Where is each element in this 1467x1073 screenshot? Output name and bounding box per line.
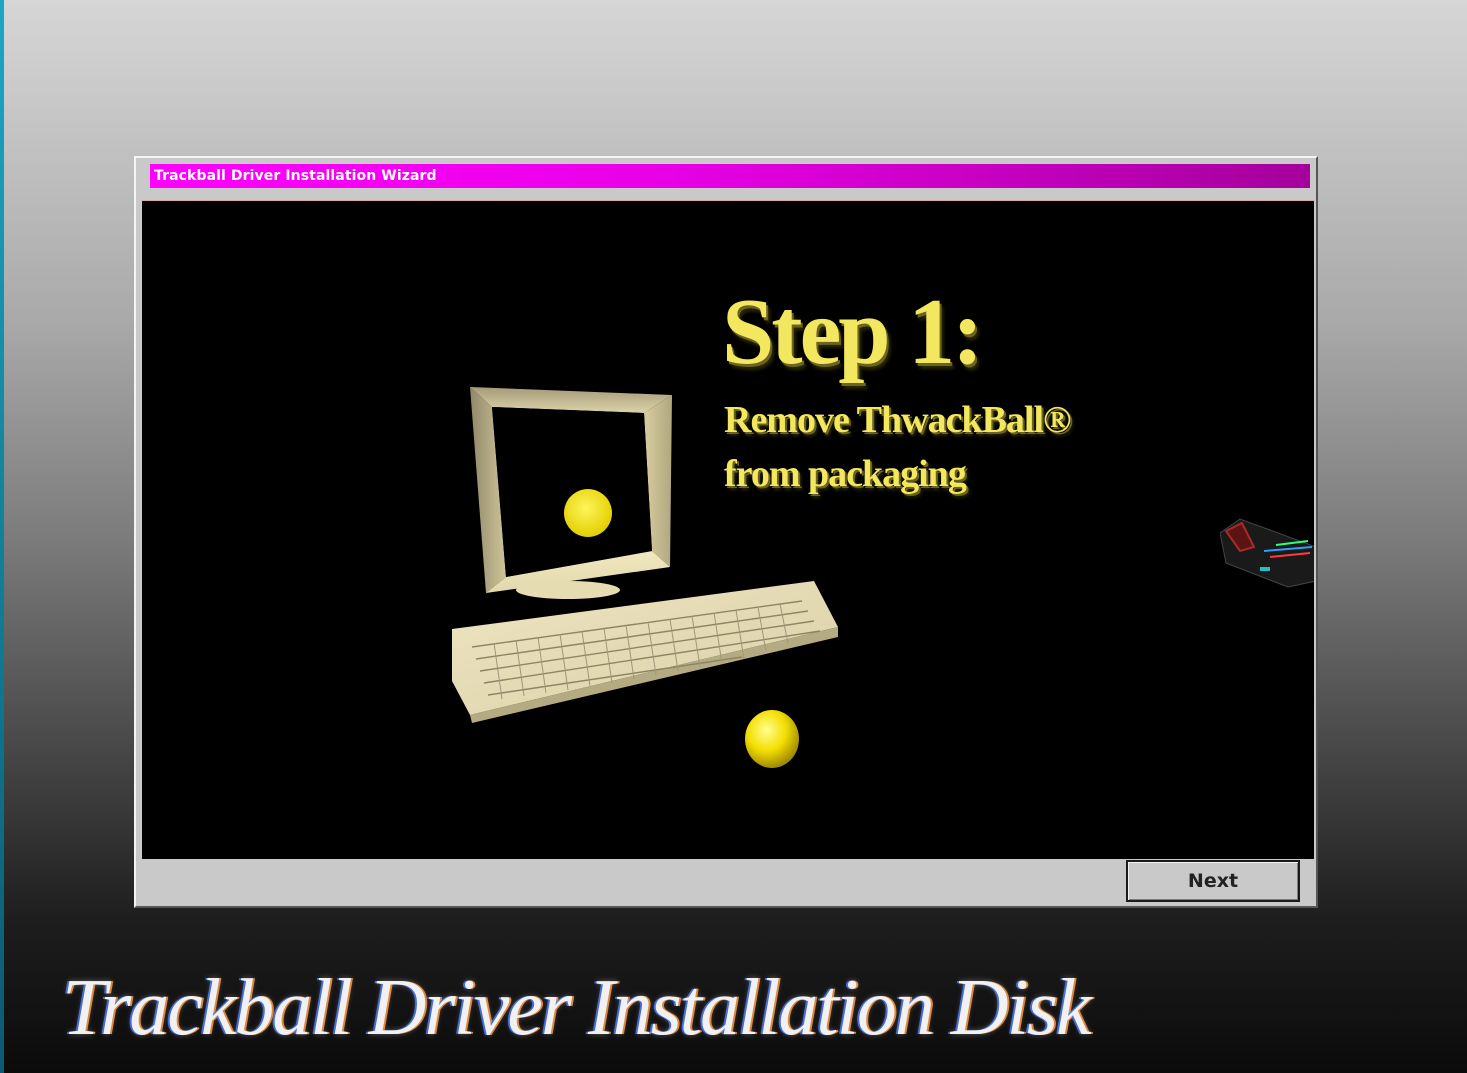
trackball-ball-icon — [745, 710, 799, 768]
screen-ball-icon — [564, 489, 612, 537]
left-edge-stripe — [0, 0, 4, 1073]
trackball-device-icon — [1220, 518, 1314, 588]
step-heading: Step 1: — [722, 280, 983, 384]
disk-caption: Trackball Driver Installation Disk — [62, 964, 1092, 1052]
wizard-stage: Step 1: Remove ThwackBall® from packagin… — [142, 200, 1314, 859]
next-button[interactable]: Next — [1126, 860, 1300, 902]
step-instruction-line-2: from packaging — [724, 453, 967, 495]
monitor-screen — [492, 407, 652, 577]
window-titlebar[interactable]: Trackball Driver Installation Wizard — [150, 164, 1310, 188]
step-instruction-line-1: Remove ThwackBall® — [724, 399, 1071, 441]
window-title: Trackball Driver Installation Wizard — [154, 168, 437, 184]
monitor-stand — [516, 581, 620, 599]
installation-wizard-window: Trackball Driver Installation Wizard Ste… — [134, 156, 1318, 908]
